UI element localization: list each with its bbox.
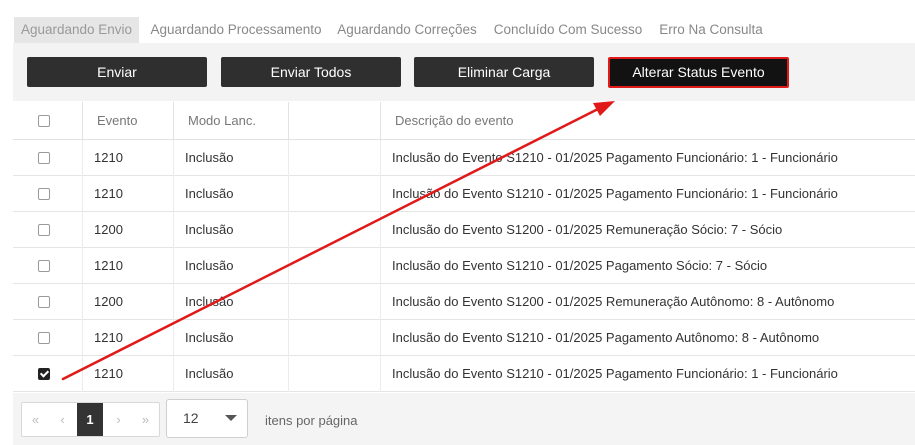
annotation-arrow-line bbox=[61, 106, 602, 381]
annotation-overlay bbox=[61, 101, 615, 381]
annotation-arrow-head bbox=[593, 101, 615, 116]
